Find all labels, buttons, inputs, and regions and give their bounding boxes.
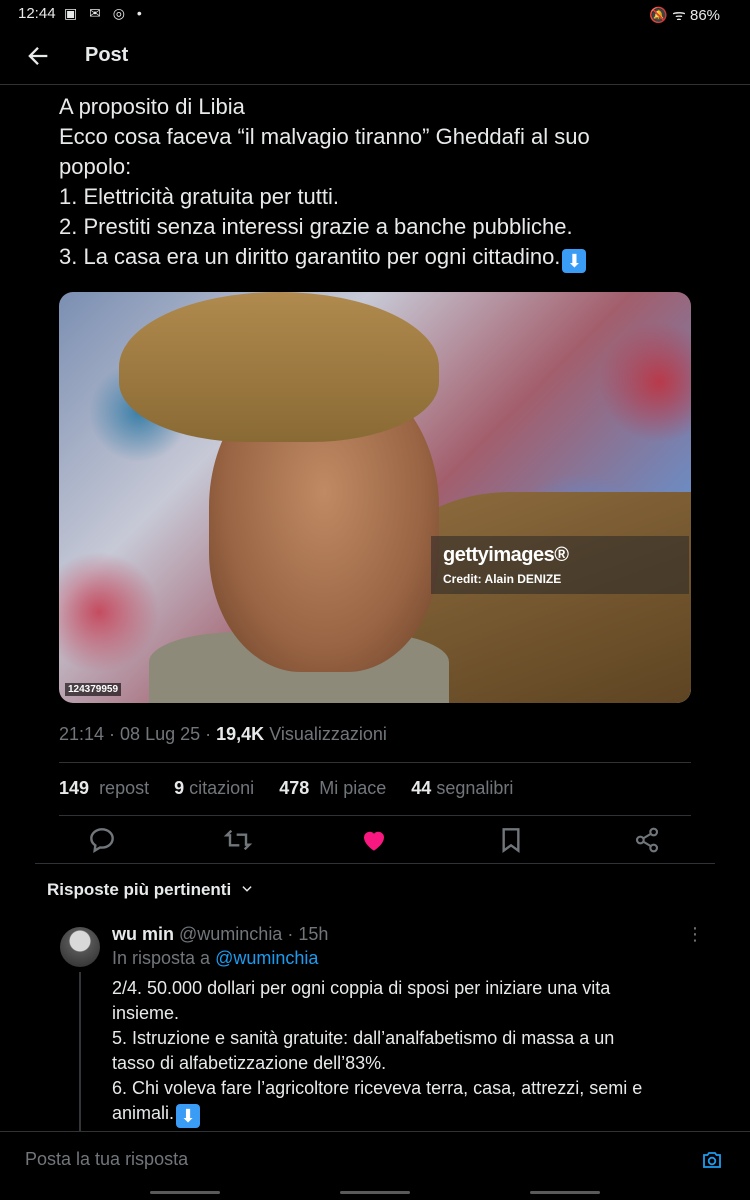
stat-count: 44 xyxy=(411,778,432,798)
notification-icons: ▣ ✉ ◎ • xyxy=(64,5,146,21)
reply-line-last: animali. ⬇ xyxy=(112,1101,682,1128)
reply-to-label: In risposta a xyxy=(112,948,211,968)
system-nav-bar xyxy=(0,1187,750,1200)
stat-bookmarks[interactable]: 44 segnalibri xyxy=(411,778,513,799)
avatar[interactable] xyxy=(60,927,100,967)
image-id: 124379959 xyxy=(65,683,122,696)
reply-line: 5. Istruzione e sanità gratuite: dall’an… xyxy=(112,1028,615,1048)
reply-to-handle-link[interactable]: @wuminchia xyxy=(215,948,318,968)
views-count: 19,4K xyxy=(216,724,265,744)
image-turban xyxy=(119,292,439,442)
tweet-line: popolo: xyxy=(59,154,132,179)
share-icon[interactable] xyxy=(631,824,663,856)
reply-text: 2/4. 50.000 dollari per ogni coppia di s… xyxy=(112,976,682,1128)
nav-indicator xyxy=(530,1191,600,1194)
tweet-date: 08 Lug 25 xyxy=(120,724,201,744)
thread-line xyxy=(79,972,81,1132)
nav-indicator xyxy=(150,1191,220,1194)
down-arrow-emoji-icon: ⬇ xyxy=(176,1104,201,1128)
down-arrow-emoji-icon: ⬇ xyxy=(562,249,587,273)
reply-line: tasso di alfabetizzazione dell’83%. xyxy=(112,1053,387,1073)
divider xyxy=(59,762,691,763)
tweet-meta: 21:14 · 08 Lug 25 · 19,4K Visualizzazion… xyxy=(59,724,387,744)
stat-label: citazioni xyxy=(189,778,255,798)
repost-icon[interactable] xyxy=(222,824,254,856)
tweet-line-last: 3. La casa era un diritto garantito per … xyxy=(59,242,699,273)
reply-line: 2/4. 50.000 dollari per ogni coppia di s… xyxy=(112,978,611,998)
like-heart-icon[interactable] xyxy=(358,824,390,856)
back-arrow-icon[interactable] xyxy=(24,42,52,70)
reply-icon[interactable] xyxy=(86,824,118,856)
tweet-line: 2. Prestiti senza interessi grazie a ban… xyxy=(59,214,573,239)
stat-label: Mi piace xyxy=(319,778,387,798)
reply-line: insieme. xyxy=(112,1003,180,1023)
tweet-stats: 149 repost 9 citazioni 478 Mi piace 44 s… xyxy=(59,778,533,799)
tweet-text: A proposito di Libia Ecco cosa faceva “i… xyxy=(59,92,699,273)
tweet-line: Ecco cosa faceva “il malvagio tiranno” G… xyxy=(59,124,590,149)
replies-sort-dropdown[interactable]: Risposte più pertinenti xyxy=(47,880,254,900)
tweet-image[interactable]: gettyimages® Credit: Alain DENIZE 124379… xyxy=(59,292,691,703)
tweet-actions xyxy=(59,824,691,856)
page-title: Post xyxy=(85,44,129,66)
reply-compose-bar: Posta la tua risposta xyxy=(0,1131,750,1188)
reply-age: 15h xyxy=(298,924,329,944)
replies-sort-label: Risposte più pertinenti xyxy=(47,880,232,899)
tweet-line: 3. La casa era un diritto garantito per … xyxy=(59,244,561,269)
status-right: 🔕 ᯤ 86% xyxy=(649,7,720,24)
post-header: Post xyxy=(0,28,750,85)
stat-quotes[interactable]: 9 citazioni xyxy=(174,778,254,799)
tweet-line: 1. Elettricità gratuita per tutti. xyxy=(59,184,340,209)
bookmark-icon[interactable] xyxy=(495,824,527,856)
nav-indicator xyxy=(340,1191,410,1194)
getty-watermark: gettyimages® Credit: Alain DENIZE xyxy=(431,536,689,594)
reply-line: animali. xyxy=(112,1103,175,1123)
reply-line: 6. Chi voleva fare l’agricoltore ricevev… xyxy=(112,1078,643,1098)
views-label: Visualizzazioni xyxy=(269,724,387,744)
reply-author[interactable]: wu min @wuminchia · 15h xyxy=(112,924,328,945)
status-bar: 12:44 ▣ ✉ ◎ • 🔕 ᯤ 86% xyxy=(0,0,750,28)
tweet-line: A proposito di Libia xyxy=(59,94,245,119)
stat-count: 9 xyxy=(174,778,185,798)
getty-logo: gettyimages® xyxy=(443,544,569,566)
stat-label: segnalibri xyxy=(436,778,514,798)
reply-author-name: wu min xyxy=(112,924,174,944)
reply-author-handle: @wuminchia xyxy=(179,924,283,944)
divider xyxy=(35,863,715,864)
tweet-time: 21:14 xyxy=(59,724,105,744)
more-options-icon[interactable]: ⋮ xyxy=(686,924,704,945)
reply-input[interactable]: Posta la tua risposta xyxy=(25,1149,188,1170)
reply-to: In risposta a @wuminchia xyxy=(112,948,318,969)
stat-reposts[interactable]: 149 repost xyxy=(59,778,149,799)
status-time: 12:44 xyxy=(18,5,56,22)
camera-icon[interactable] xyxy=(700,1148,724,1172)
divider xyxy=(59,815,691,816)
stat-likes[interactable]: 478 Mi piace xyxy=(279,778,386,799)
stat-label: repost xyxy=(99,778,150,798)
image-credit: Credit: Alain DENIZE xyxy=(443,572,562,586)
stat-count: 478 xyxy=(279,778,310,798)
stat-count: 149 xyxy=(59,778,90,798)
chevron-down-icon xyxy=(242,886,252,892)
